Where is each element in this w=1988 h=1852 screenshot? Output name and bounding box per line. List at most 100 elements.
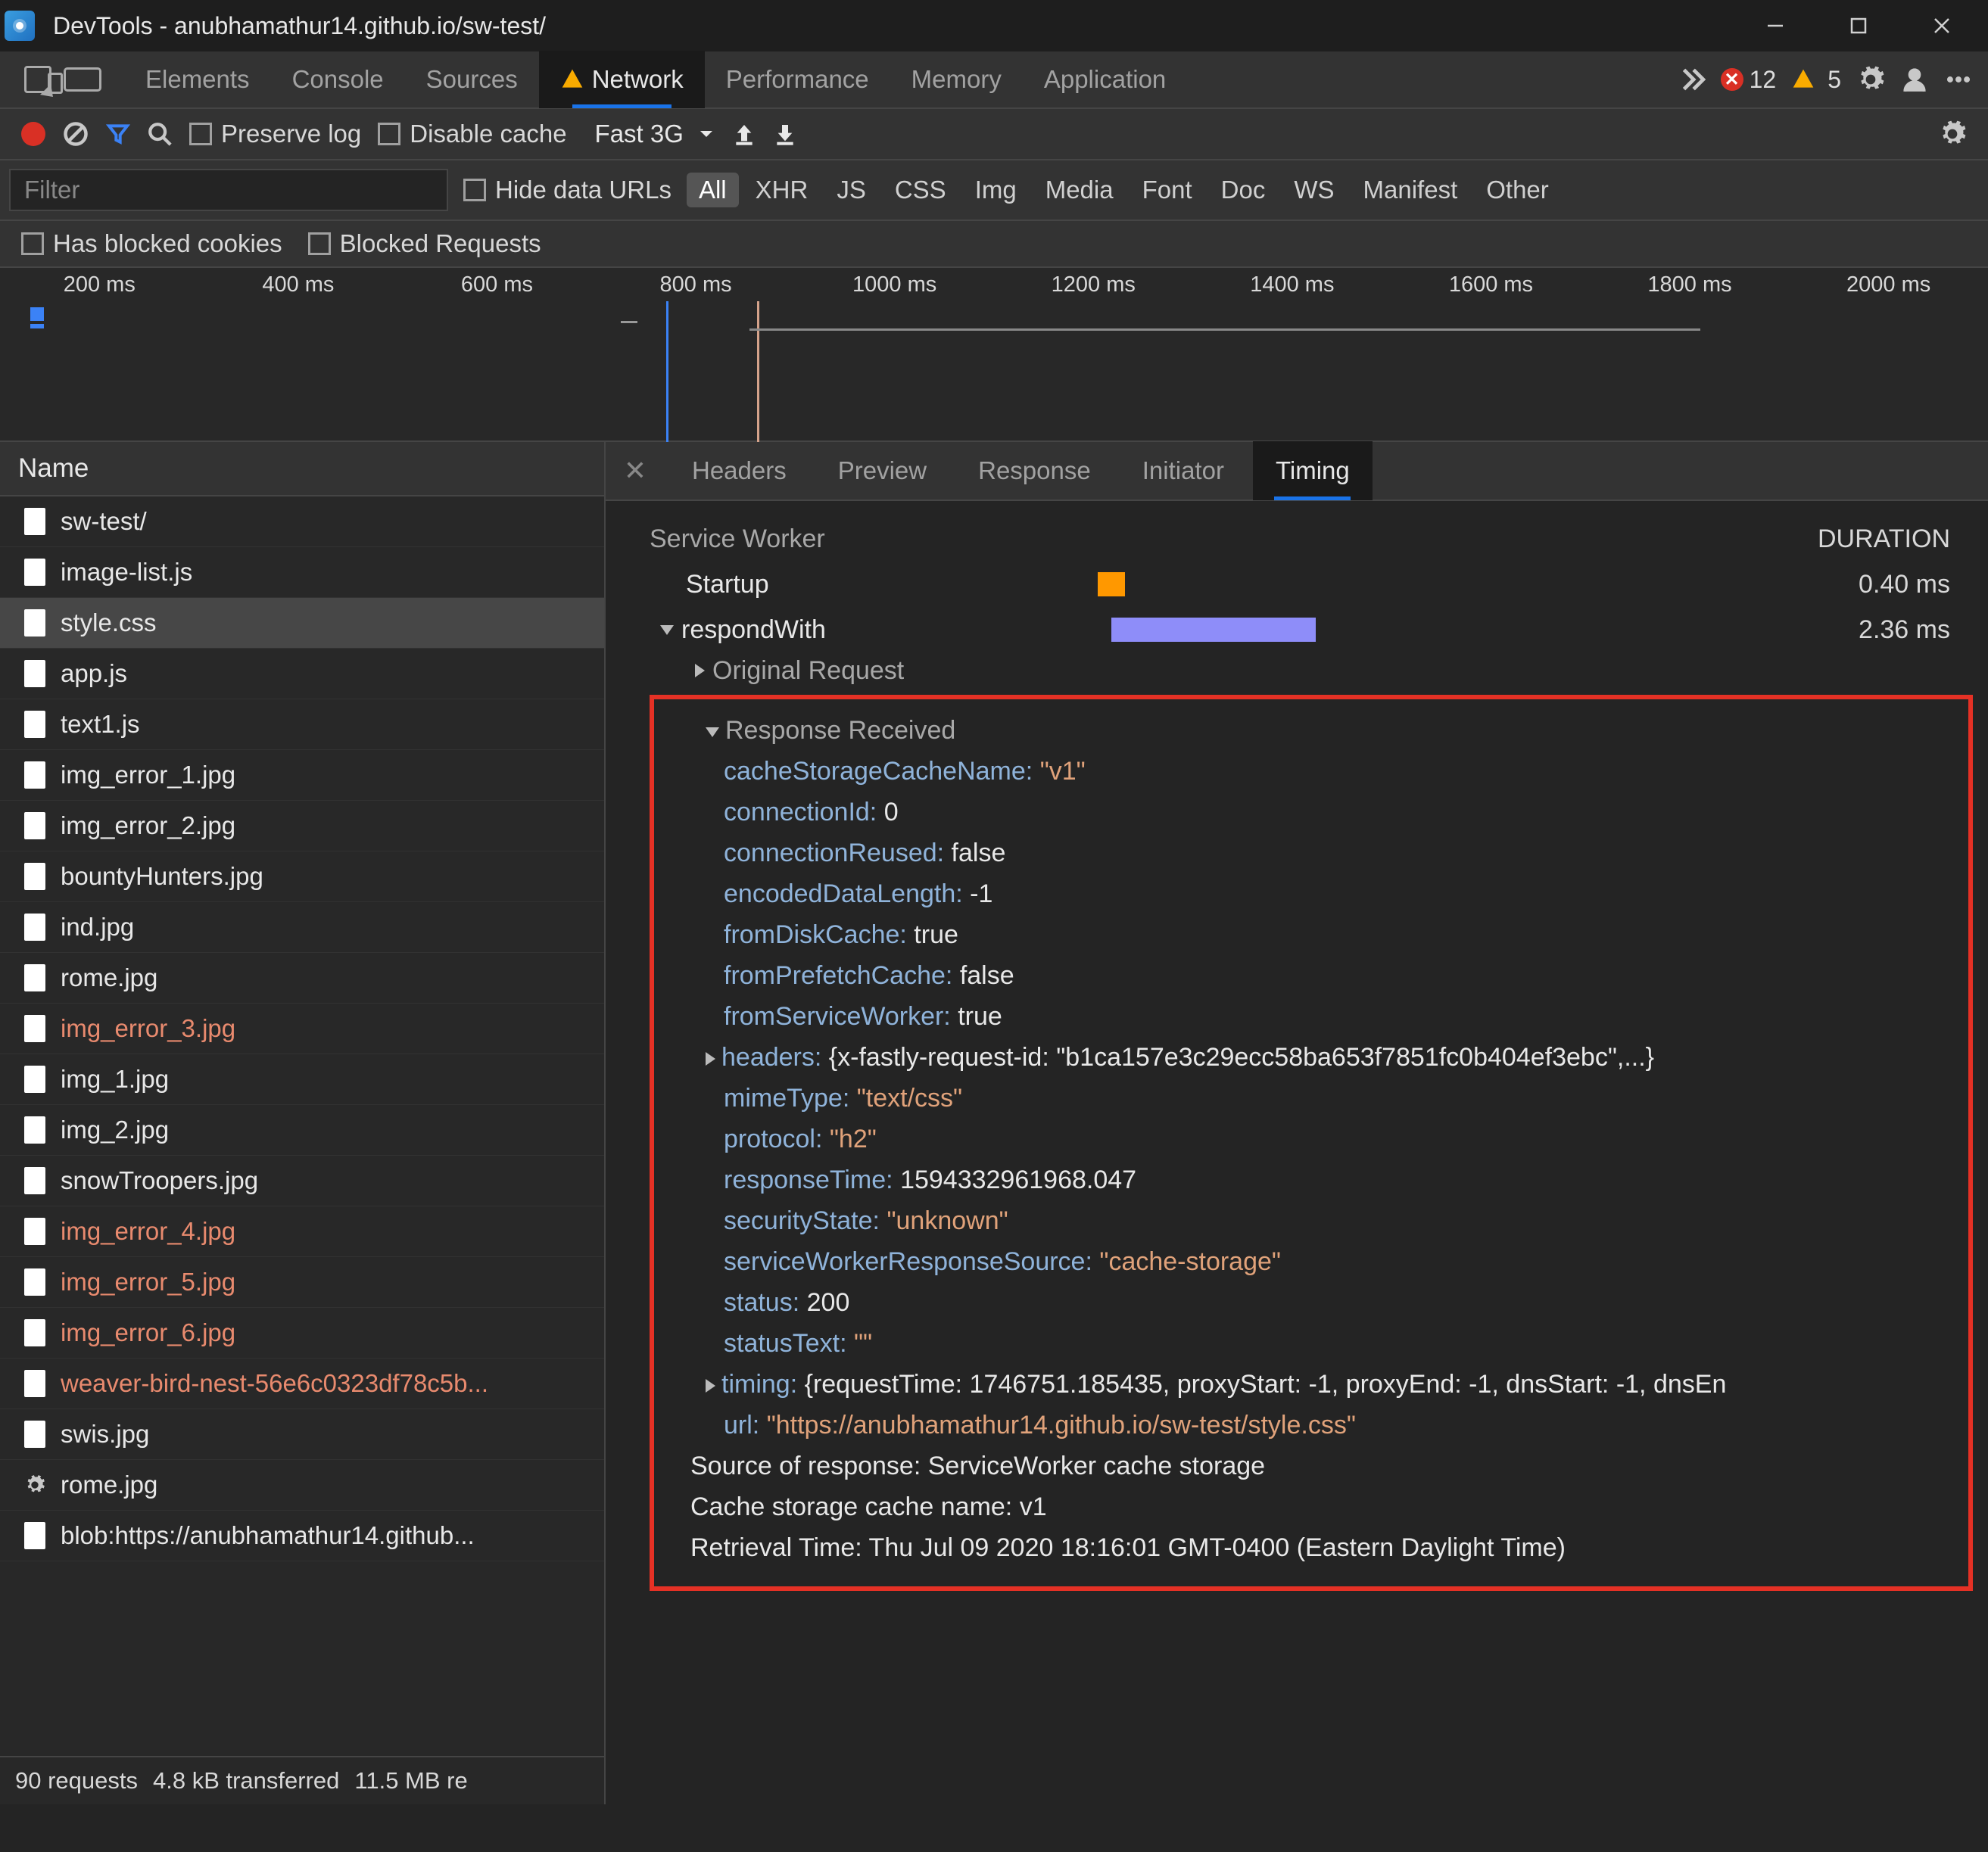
request-name: img_1.jpg	[61, 1065, 169, 1094]
request-name: ind.jpg	[61, 913, 134, 942]
summary-bar: 90 requests 4.8 kB transferred 11.5 MB r…	[0, 1756, 604, 1804]
cache-storage-name: Cache storage cache name: v1	[669, 1486, 1953, 1527]
hide-data-urls-checkbox[interactable]: Hide data URLs	[463, 176, 671, 204]
timeline-range	[749, 328, 1700, 331]
request-row[interactable]: img_error_1.jpg	[0, 750, 604, 801]
request-row[interactable]: blob:https://anubhamathur14.github...	[0, 1511, 604, 1561]
request-name: img_2.jpg	[61, 1116, 169, 1144]
timeline-load-line	[757, 301, 759, 442]
close-detail-icon[interactable]: ✕	[622, 458, 648, 484]
tab-application[interactable]: Application	[1023, 51, 1187, 108]
request-row[interactable]: swis.jpg	[0, 1409, 604, 1460]
prop-key: statusText:	[724, 1329, 847, 1358]
record-button[interactable]	[21, 122, 45, 146]
expand-icon[interactable]	[706, 727, 719, 737]
filter-icon[interactable]	[106, 122, 130, 146]
request-row[interactable]: image-list.js	[0, 547, 604, 598]
timeline-tick: 1400 ms	[1193, 268, 1392, 301]
filter-type-css[interactable]: CSS	[883, 173, 958, 207]
filter-bar-2: Has blocked cookies Blocked Requests	[0, 221, 1988, 268]
has-blocked-cookies-checkbox[interactable]: Has blocked cookies	[21, 229, 282, 258]
filter-type-other[interactable]: Other	[1474, 173, 1561, 207]
request-row[interactable]: app.js	[0, 649, 604, 699]
tab-preview[interactable]: Preview	[815, 441, 949, 500]
blocked-requests-checkbox[interactable]: Blocked Requests	[308, 229, 541, 258]
filter-type-doc[interactable]: Doc	[1209, 173, 1278, 207]
error-icon: ✕	[1721, 68, 1743, 91]
request-row[interactable]: sw-test/	[0, 496, 604, 547]
more-tabs-icon[interactable]	[1677, 65, 1706, 94]
filter-type-manifest[interactable]: Manifest	[1351, 173, 1470, 207]
preserve-log-checkbox[interactable]: Preserve log	[189, 120, 361, 148]
throttling-select[interactable]: Fast 3G	[584, 120, 715, 148]
expand-icon[interactable]	[706, 1052, 715, 1066]
request-row[interactable]: img_error_6.jpg	[0, 1308, 604, 1359]
timeline-tick: 1000 ms	[795, 268, 994, 301]
main-split: Name sw-test/image-list.jsstyle.css app.j…	[0, 442, 1988, 1804]
tab-initiator[interactable]: Initiator	[1120, 441, 1247, 500]
title-bar: DevTools - anubhamathur14.github.io/sw-t…	[0, 0, 1988, 51]
timeline-tick: 800 ms	[597, 268, 796, 301]
expand-icon[interactable]	[695, 664, 705, 677]
request-row[interactable]: img_error_5.jpg	[0, 1257, 604, 1308]
maximize-button[interactable]	[1817, 0, 1900, 51]
original-request-label: Original Request	[712, 656, 904, 686]
tab-memory[interactable]: Memory	[890, 51, 1023, 108]
tab-network[interactable]: Network	[539, 51, 705, 108]
minimize-button[interactable]	[1734, 0, 1817, 51]
filter-type-media[interactable]: Media	[1033, 173, 1126, 207]
filter-type-font[interactable]: Font	[1130, 173, 1204, 207]
close-button[interactable]	[1900, 0, 1983, 51]
filter-input[interactable]: Filter	[9, 169, 448, 211]
prop-key: connectionId:	[724, 798, 877, 826]
file-icon	[24, 711, 45, 738]
request-row[interactable]: text1.js	[0, 699, 604, 750]
detail-panel: ✕ Headers Preview Response Initiator Tim…	[606, 442, 1988, 1804]
request-name: app.js	[61, 659, 127, 688]
disable-cache-checkbox[interactable]: Disable cache	[378, 120, 566, 148]
warning-badge[interactable]: 5	[1791, 66, 1841, 94]
request-row[interactable]: img_1.jpg	[0, 1054, 604, 1105]
tab-response[interactable]: Response	[955, 441, 1114, 500]
filter-type-ws[interactable]: WS	[1282, 173, 1346, 207]
tab-sources[interactable]: Sources	[405, 51, 539, 108]
name-column-header[interactable]: Name	[0, 442, 604, 496]
prop-value: false	[952, 839, 1006, 867]
tab-elements[interactable]: Elements	[124, 51, 271, 108]
request-row[interactable]: weaver-bird-nest-56e6c0323df78c5b...	[0, 1359, 604, 1409]
request-row[interactable]: snowTroopers.jpg	[0, 1156, 604, 1206]
clear-icon[interactable]	[62, 120, 89, 148]
request-row[interactable]: rome.jpg	[0, 1460, 604, 1511]
settings-icon[interactable]	[1856, 65, 1885, 94]
search-icon[interactable]	[147, 121, 173, 147]
expand-icon[interactable]	[660, 625, 674, 635]
request-row[interactable]: img_error_4.jpg	[0, 1206, 604, 1257]
file-icon	[24, 1319, 45, 1346]
filter-type-xhr[interactable]: XHR	[743, 173, 821, 207]
tab-console[interactable]: Console	[271, 51, 405, 108]
download-icon[interactable]	[773, 122, 797, 146]
tab-timing[interactable]: Timing	[1253, 441, 1373, 500]
kebab-icon[interactable]	[1944, 65, 1973, 94]
network-settings-icon[interactable]	[1938, 120, 1967, 148]
error-badge[interactable]: ✕12	[1721, 66, 1777, 94]
upload-icon[interactable]	[732, 122, 756, 146]
request-row[interactable]: img_2.jpg	[0, 1105, 604, 1156]
expand-icon[interactable]	[706, 1379, 715, 1393]
request-row[interactable]: img_error_3.jpg	[0, 1004, 604, 1054]
timeline[interactable]: 200 ms400 ms600 ms800 ms1000 ms1200 ms14…	[0, 268, 1988, 442]
tab-performance[interactable]: Performance	[705, 51, 890, 108]
request-row[interactable]: rome.jpg	[0, 953, 604, 1004]
user-icon[interactable]	[1900, 65, 1929, 94]
request-name: text1.js	[61, 710, 140, 739]
filter-type-js[interactable]: JS	[824, 173, 878, 207]
request-row[interactable]: style.css	[0, 598, 604, 649]
tab-headers[interactable]: Headers	[669, 441, 809, 500]
filter-type-img[interactable]: Img	[963, 173, 1029, 207]
request-row[interactable]: bountyHunters.jpg	[0, 851, 604, 902]
request-row[interactable]: img_error_2.jpg	[0, 801, 604, 851]
request-row[interactable]: ind.jpg	[0, 902, 604, 953]
request-name: img_error_1.jpg	[61, 761, 235, 789]
device-icon[interactable]	[64, 67, 101, 92]
filter-type-all[interactable]: All	[687, 173, 739, 207]
